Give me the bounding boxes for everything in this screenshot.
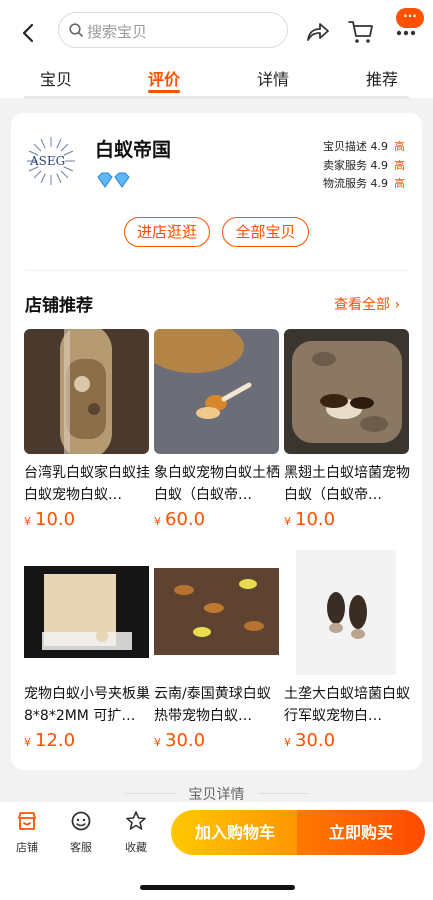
customer-service-icon — [71, 811, 91, 831]
tab-items[interactable]: 宝贝 — [40, 66, 72, 90]
product-price: ¥10.0 — [24, 509, 76, 530]
product-name: 黑翅土白蚁培菌宠物白蚁（白蚁帝… — [284, 465, 410, 503]
scroll-edge — [24, 96, 409, 99]
tab-reviews[interactable]: 评价 — [148, 66, 180, 90]
customer-service-label: 客服 — [70, 841, 92, 854]
favorite-button[interactable]: 收藏 — [116, 810, 156, 855]
favorite-label: 收藏 — [125, 841, 147, 854]
product-image — [284, 550, 409, 675]
store-ratings: 宝贝描述 4.9 高 卖家服务 4.9 高 物流服务 4.9 高 — [323, 138, 405, 194]
store-icon — [18, 812, 36, 830]
all-items-button[interactable]: 全部宝贝 — [222, 217, 309, 247]
search-placeholder: 搜索宝贝 — [87, 23, 148, 41]
message-badge: ··· — [396, 8, 424, 28]
rating-service: 卖家服务 4.9 高 — [323, 158, 405, 172]
product-image — [24, 550, 149, 675]
cart-icon[interactable] — [347, 18, 375, 46]
rating-description: 宝贝描述 4.9 高 — [323, 140, 405, 153]
tab-details[interactable]: 详情 — [257, 66, 289, 90]
product-name: 台湾乳白蚁家白蚁挂白蚁宠物白蚁… — [24, 465, 150, 503]
product-name: 土垄大白蚁培菌白蚁行军蚁宠物白… — [284, 686, 410, 724]
rating-logistics: 物流服务 4.9 高 — [323, 177, 405, 190]
enter-store-button[interactable]: 进店逛逛 — [124, 217, 210, 247]
product-price: ¥12.0 — [24, 730, 76, 751]
product-price: ¥30.0 — [284, 730, 336, 751]
store-button[interactable]: 店铺 — [7, 810, 47, 855]
share-icon[interactable] — [303, 18, 331, 46]
product-price: ¥30.0 — [154, 730, 206, 751]
divider — [258, 793, 308, 794]
product-image — [154, 329, 279, 454]
back-arrow-icon[interactable] — [14, 18, 44, 48]
store-button-label: 店铺 — [16, 841, 38, 854]
view-all-link[interactable]: 查看全部 › — [334, 294, 400, 314]
product-image — [24, 329, 149, 454]
product-name: 象白蚁宠物白蚁土栖白蚁（白蚁帝… — [154, 465, 280, 503]
product-price: ¥60.0 — [154, 509, 206, 530]
store-name[interactable]: 白蚁帝国 — [95, 135, 171, 162]
active-tab-indicator — [148, 90, 180, 93]
store-card: ASEG 白蚁帝国 宝贝描述 4.9 高 卖家服务 4.9 高 物流服务 4.9 高 … — [11, 113, 422, 770]
divider — [25, 270, 408, 271]
add-to-cart-button[interactable]: 加入购物车 — [171, 810, 299, 855]
product-image — [284, 329, 409, 454]
search-input[interactable]: 搜索宝贝 — [58, 12, 288, 48]
product-image — [154, 550, 279, 675]
top-bar: 搜索宝贝 ··· 宝贝 评价 详情 推荐 — [0, 0, 433, 98]
store-logo-text: ASEG — [30, 154, 66, 168]
tab-bar: 宝贝 评价 详情 推荐 — [0, 58, 433, 98]
customer-service-button[interactable]: 客服 — [61, 810, 101, 855]
product-name: 云南/泰国黄球白蚁热带宠物白蚁… — [154, 686, 271, 724]
home-indicator — [140, 885, 295, 890]
item-details-section-label: 宝贝详情 — [188, 787, 245, 803]
search-icon — [69, 23, 83, 37]
store-rank-diamond-icon — [97, 172, 130, 188]
product-name: 宠物白蚁小号夹板巢 8*8*2MM 可扩… — [24, 686, 150, 724]
buy-now-button[interactable]: 立即购买 — [297, 810, 425, 855]
store-recommend-title: 店铺推荐 — [25, 296, 93, 316]
star-icon — [126, 811, 146, 830]
product-price: ¥10.0 — [284, 509, 336, 530]
tab-recommend[interactable]: 推荐 — [366, 66, 398, 90]
